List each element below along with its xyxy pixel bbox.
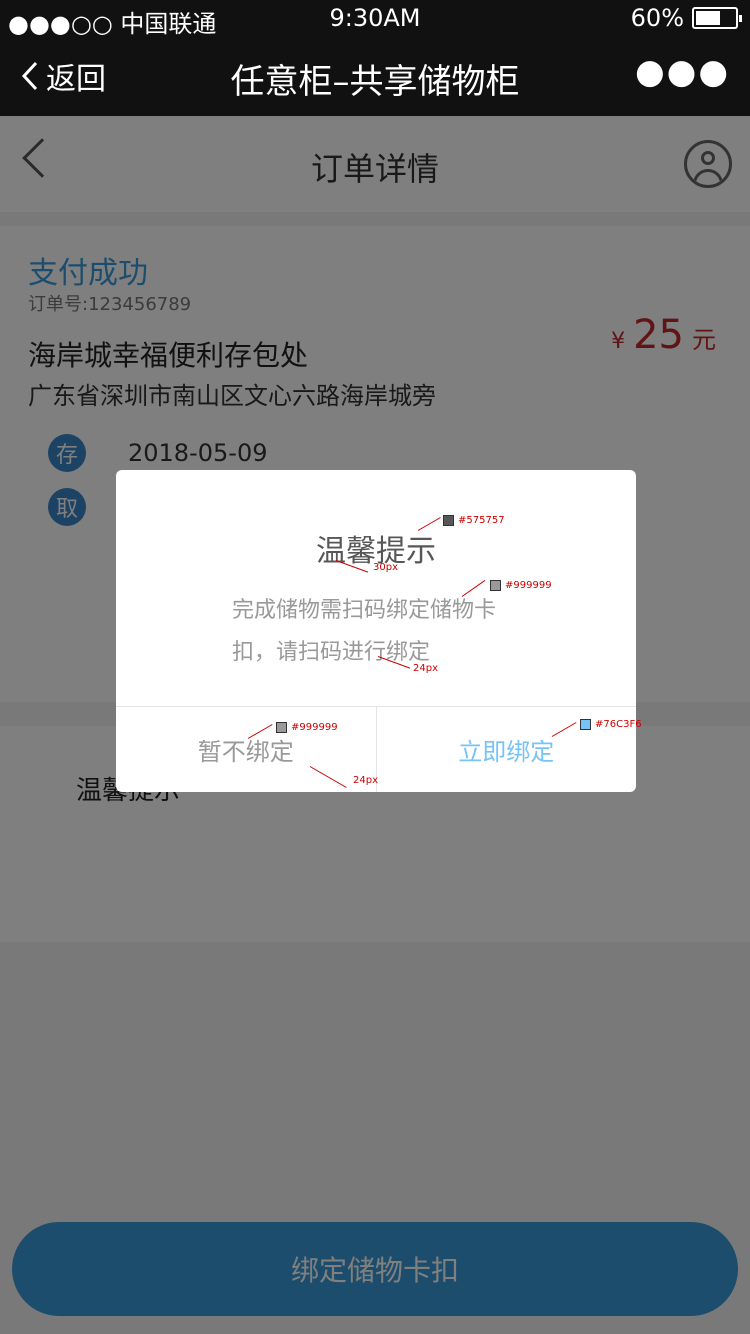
color-swatch: [580, 719, 591, 730]
battery-indicator: 60%: [630, 4, 742, 32]
bind-prompt-dialog: 温馨提示 完成储物需扫码绑定储物卡扣，请扫码进行绑定 暂不绑定 立即绑定: [116, 470, 636, 792]
wechat-nav-bar: 返回 任意柜–共享储物柜 ●●●: [0, 36, 750, 116]
confirm-color-annotation: #76C3F6: [580, 719, 642, 730]
battery-icon: [692, 7, 742, 29]
color-swatch: [443, 515, 454, 526]
cancel-size-annotation: 24px: [353, 775, 378, 786]
title-size-annotation: 30px: [373, 562, 398, 573]
more-menu-button[interactable]: ●●●: [635, 52, 730, 92]
cancel-color-annotation: #999999: [276, 722, 338, 733]
color-swatch: [276, 722, 287, 733]
title-color-annotation: #575757: [443, 515, 505, 526]
status-bar: ●●●○○ 中国联通 9:30AM 60%: [0, 0, 750, 38]
skip-bind-button[interactable]: 暂不绑定: [116, 707, 377, 792]
battery-percent: 60%: [630, 4, 684, 32]
message-color-annotation: #999999: [490, 580, 552, 591]
color-swatch: [490, 580, 501, 591]
dialog-message: 完成储物需扫码绑定储物卡扣，请扫码进行绑定: [232, 598, 497, 665]
message-size-annotation: 24px: [413, 663, 438, 674]
